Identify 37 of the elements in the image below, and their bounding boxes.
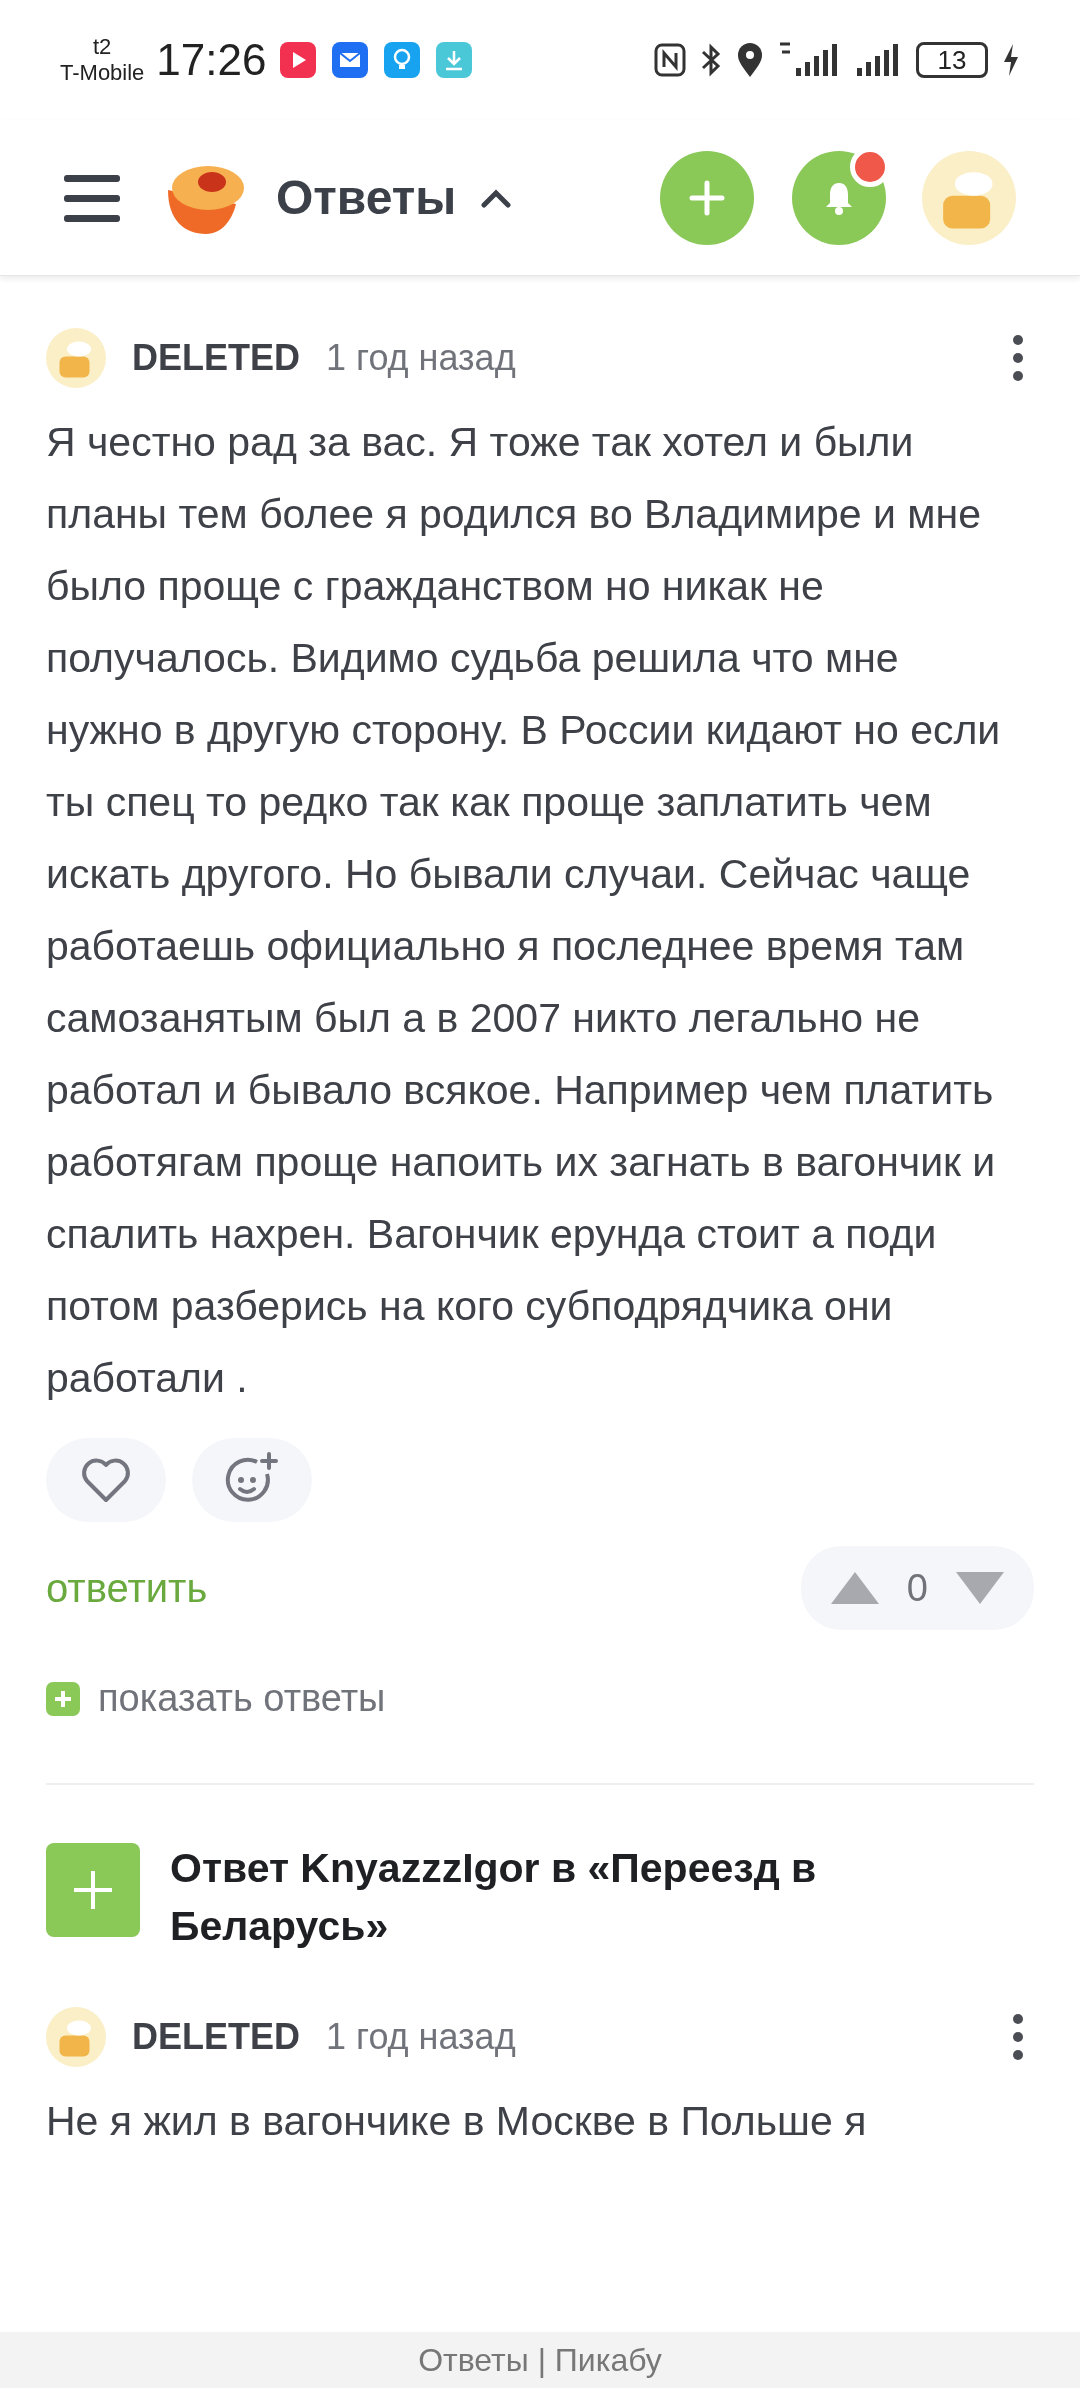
expand-icon[interactable] xyxy=(46,1681,80,1716)
caret-icon[interactable] xyxy=(480,187,513,208)
avatar[interactable] xyxy=(46,328,106,388)
more-icon[interactable] xyxy=(1012,2013,1024,2061)
clock: 17:26 xyxy=(156,34,267,86)
footer-text: Ответы | Пикабу xyxy=(418,2341,662,2380)
author-name[interactable]: DELETED xyxy=(132,331,300,385)
video-app-icon xyxy=(280,42,317,78)
heart-icon xyxy=(81,1457,131,1503)
mail-app-icon xyxy=(332,42,369,78)
comment-text: Я честно рад за вас. Я тоже так хотел и были планы тем более я родился во Владимире и мне было проще с гражданством но никак не получалось. Видимо судьба решила что мне нужно в другую сторону. В России кидают но если ты спец то редко так как проще заплатить чем искать другого. Но бывали случаи. Сейчас чаще работаешь официально я последнее время там самозанятым был а в 2007 никто легально не работал и бывало всякое. Например чем платить работягам проще напоить их загнать в вагончик и спалить нахрен. Вагончик ерунда стоит а поди потом разберись на кого субподрядчика они работали . xyxy=(46,418,1002,1403)
charging-icon xyxy=(1002,43,1020,77)
avatar[interactable] xyxy=(922,150,1016,245)
upvote-icon[interactable] xyxy=(828,1570,881,1606)
avatar[interactable] xyxy=(46,2007,106,2067)
vote-count: 0 xyxy=(906,1565,928,1611)
header-title[interactable]: Ответы xyxy=(276,161,457,234)
battery-indicator: 13 xyxy=(916,42,988,78)
nfc-icon xyxy=(654,43,686,77)
author-name[interactable]: DELETED xyxy=(132,2010,300,2064)
menu-icon[interactable] xyxy=(64,172,120,223)
comment-time: 1 год назад xyxy=(326,2015,516,2059)
plus-icon xyxy=(689,179,725,216)
bluetooth-icon xyxy=(700,42,722,78)
download-app-icon xyxy=(436,42,473,78)
comment-time: 1 год назад xyxy=(326,336,516,380)
carrier-label: t2 xyxy=(93,36,112,58)
more-icon[interactable] xyxy=(1012,334,1024,382)
comment-text: Не я жил в вагончике в Москве в Польше я xyxy=(46,2097,868,2146)
show-replies-link[interactable]: показать ответы xyxy=(98,1670,386,1727)
answer-title[interactable]: Ответ KnyazzzIgor в «Переезд в Беларусь» xyxy=(170,1839,1034,1955)
bulb-app-icon xyxy=(384,42,421,78)
downvote-icon[interactable] xyxy=(954,1570,1006,1606)
plus-icon xyxy=(71,1868,115,1912)
carrier-label: T-Mobile xyxy=(60,62,145,84)
location-icon xyxy=(736,42,764,78)
bell-icon xyxy=(824,180,854,215)
